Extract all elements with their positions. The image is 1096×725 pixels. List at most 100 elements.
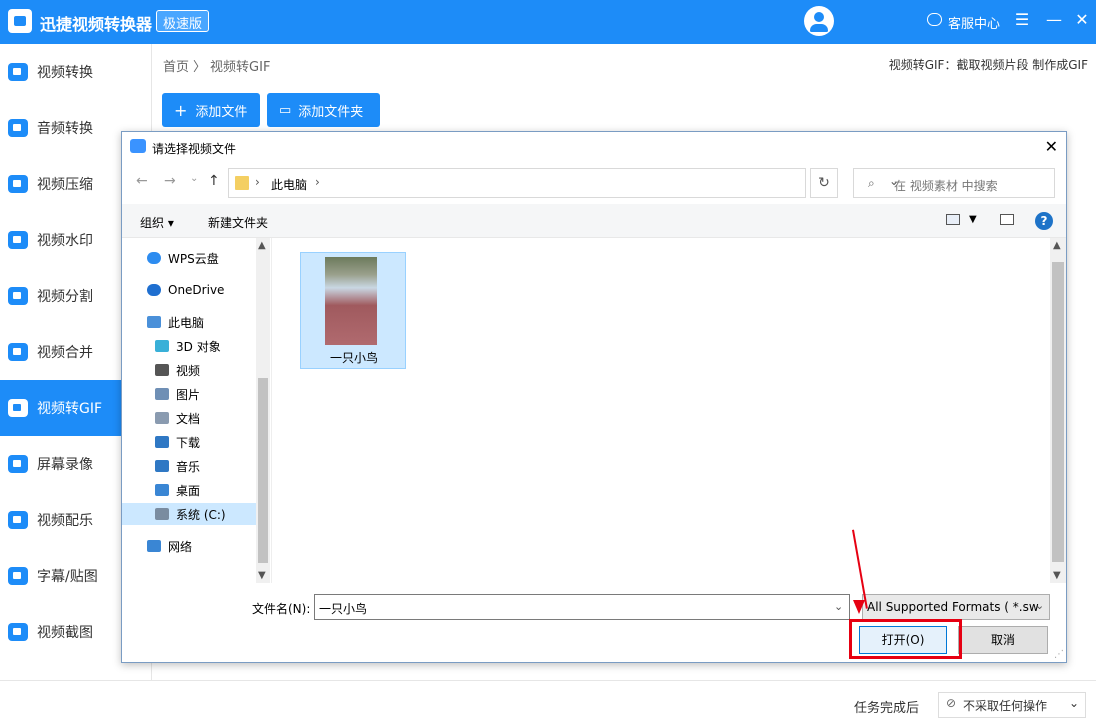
- content-scrollbar[interactable]: ▲ ▼: [1050, 238, 1066, 583]
- user-avatar-icon[interactable]: [804, 6, 834, 36]
- add-file-button[interactable]: + 添加文件: [162, 93, 260, 127]
- feature-hint: 视频转GIF：截取视频片段 制作成GIF: [888, 58, 1088, 72]
- breadcrumb-current: 视频转GIF: [210, 60, 271, 75]
- sidebar-item-video-convert[interactable]: 视频转换: [0, 44, 152, 100]
- sidebar-item-label: 视频合并: [37, 345, 93, 361]
- view-options-icon[interactable]: [946, 214, 960, 225]
- cube-icon: [155, 340, 169, 352]
- file-name: 一只小鸟: [329, 351, 378, 365]
- nav-item-onedrive[interactable]: OneDrive: [122, 279, 256, 301]
- cloud-icon: [147, 252, 161, 264]
- add-folder-button[interactable]: ▭ 添加文件夹: [267, 93, 380, 127]
- sidebar-item-label: 视频压缩: [37, 177, 93, 193]
- nav-label: 系统 (C:): [176, 507, 226, 522]
- annotation-highlight-box: [849, 619, 962, 659]
- video-convert-icon: [8, 63, 28, 81]
- nav-label: OneDrive: [168, 283, 225, 297]
- nav-item-pictures[interactable]: 图片: [122, 383, 256, 405]
- nav-item-wps-cloud[interactable]: WPS云盘: [122, 247, 256, 269]
- nav-item-desktop[interactable]: 桌面: [122, 479, 256, 501]
- scroll-up-icon[interactable]: ▲: [1053, 240, 1061, 251]
- organize-menu[interactable]: 组织 ▾: [140, 214, 174, 231]
- music-icon: [8, 511, 28, 529]
- search-placeholder: 在 视频素材 中搜索: [894, 179, 998, 193]
- minimize-icon[interactable]: —: [1044, 10, 1064, 30]
- command-bar: 组织 ▾ 新建文件夹 ▼ ?: [122, 204, 1066, 238]
- gif-icon: [8, 399, 28, 417]
- nav-item-documents[interactable]: 文档: [122, 407, 256, 429]
- dialog-title-bar: 请选择视频文件 ✕: [122, 132, 1066, 162]
- dialog-close-icon[interactable]: ✕: [1045, 137, 1058, 156]
- nav-label: 图片: [176, 387, 201, 402]
- scroll-down-icon[interactable]: ▼: [258, 570, 266, 581]
- nav-item-network[interactable]: 网络: [122, 535, 256, 557]
- after-task-select[interactable]: 不采取任何操作 ⌄: [938, 692, 1086, 718]
- cancel-button[interactable]: 取消: [958, 626, 1048, 654]
- breadcrumb-home[interactable]: 首页: [163, 60, 189, 75]
- chevron-down-icon: ⌄: [1068, 696, 1079, 710]
- scrollbar-thumb[interactable]: [258, 378, 268, 563]
- sidebar-item-label: 字幕/贴图: [37, 569, 98, 585]
- screen-record-icon: [8, 455, 28, 473]
- plus-icon: +: [174, 100, 188, 120]
- add-file-label: 添加文件: [195, 104, 248, 120]
- scrollbar-thumb[interactable]: [1052, 262, 1064, 562]
- breadcrumb: 首页〉视频转GIF: [163, 56, 274, 75]
- help-icon[interactable]: ?: [1035, 212, 1053, 230]
- annotation-arrow-head: [853, 600, 865, 614]
- nav-label: 视频: [176, 363, 201, 378]
- nav-label: 文档: [176, 411, 201, 426]
- filename-input[interactable]: 一只小鸟: [314, 594, 850, 620]
- add-folder-label: 添加文件夹: [298, 104, 364, 120]
- chevron-down-icon[interactable]: ⌄: [834, 600, 843, 613]
- preview-pane-icon[interactable]: [1000, 214, 1014, 225]
- refresh-icon[interactable]: ↻: [810, 168, 838, 198]
- picture-icon: [155, 388, 169, 400]
- back-arrow-icon[interactable]: ←: [136, 173, 148, 189]
- open-file-dialog: 请选择视频文件 ✕ ← → ⌄ ↑ › 此电脑 › ⌄ ↻ ⌕ 在 视频素材 中…: [121, 131, 1067, 663]
- download-icon: [155, 436, 169, 448]
- nav-item-videos[interactable]: 视频: [122, 359, 256, 381]
- file-list-pane: 一只小鸟 ▲ ▼: [272, 238, 1066, 583]
- bottom-bar: 任务完成后 不采取任何操作 ⌄: [0, 680, 1096, 725]
- forward-arrow-icon[interactable]: →: [164, 173, 176, 189]
- sidebar-item-label: 视频配乐: [37, 513, 93, 529]
- film-icon: [155, 364, 169, 376]
- chat-icon[interactable]: [927, 13, 942, 26]
- document-icon: [155, 412, 169, 424]
- customer-service-link[interactable]: 客服中心: [948, 13, 1000, 32]
- nav-scrollbar[interactable]: ▲ ▼: [256, 238, 270, 583]
- search-icon: ⌕: [868, 176, 875, 190]
- search-box[interactable]: ⌕ 在 视频素材 中搜索: [853, 168, 1055, 198]
- file-type-select[interactable]: All Supported Formats ( *.sw: [862, 594, 1050, 620]
- video-watermark-icon: [8, 231, 28, 249]
- cloud-icon: [147, 284, 161, 296]
- file-item[interactable]: 一只小鸟: [300, 252, 406, 369]
- resize-grip-icon[interactable]: ⋰: [1054, 649, 1064, 660]
- address-path: 此电脑: [271, 178, 308, 192]
- music-note-icon: [155, 460, 169, 472]
- network-icon: [147, 540, 161, 552]
- nav-item-3d-objects[interactable]: 3D 对象: [122, 335, 256, 357]
- new-folder-button[interactable]: 新建文件夹: [208, 214, 268, 231]
- nav-item-system-drive[interactable]: 系统 (C:): [122, 503, 256, 525]
- video-split-icon: [8, 287, 28, 305]
- menu-icon[interactable]: ☰: [1012, 10, 1032, 30]
- nav-item-music[interactable]: 音乐: [122, 455, 256, 477]
- scroll-down-icon[interactable]: ▼: [1053, 570, 1061, 581]
- scroll-up-icon[interactable]: ▲: [258, 240, 266, 251]
- screenshot-icon: [8, 623, 28, 641]
- address-bar[interactable]: › 此电脑 › ⌄: [228, 168, 899, 198]
- recent-chevron-icon[interactable]: ⌄: [190, 173, 198, 184]
- app-title: 迅捷视频转换器: [40, 15, 153, 34]
- close-window-icon[interactable]: ✕: [1072, 10, 1092, 30]
- chevron-down-icon[interactable]: ▼: [969, 214, 977, 225]
- nav-item-this-pc[interactable]: 此电脑: [122, 311, 256, 333]
- nav-label: WPS云盘: [168, 251, 219, 266]
- up-arrow-icon[interactable]: ↑: [208, 173, 220, 189]
- navigation-pane: WPS云盘 OneDrive 此电脑 3D 对象 视频 图片 文档 下载 音乐 …: [122, 238, 272, 583]
- chevron-down-icon[interactable]: ⌄: [1035, 599, 1044, 612]
- nav-item-downloads[interactable]: 下载: [122, 431, 256, 453]
- edition-badge: 极速版: [156, 10, 210, 32]
- chevron-right-icon: ›: [255, 175, 260, 189]
